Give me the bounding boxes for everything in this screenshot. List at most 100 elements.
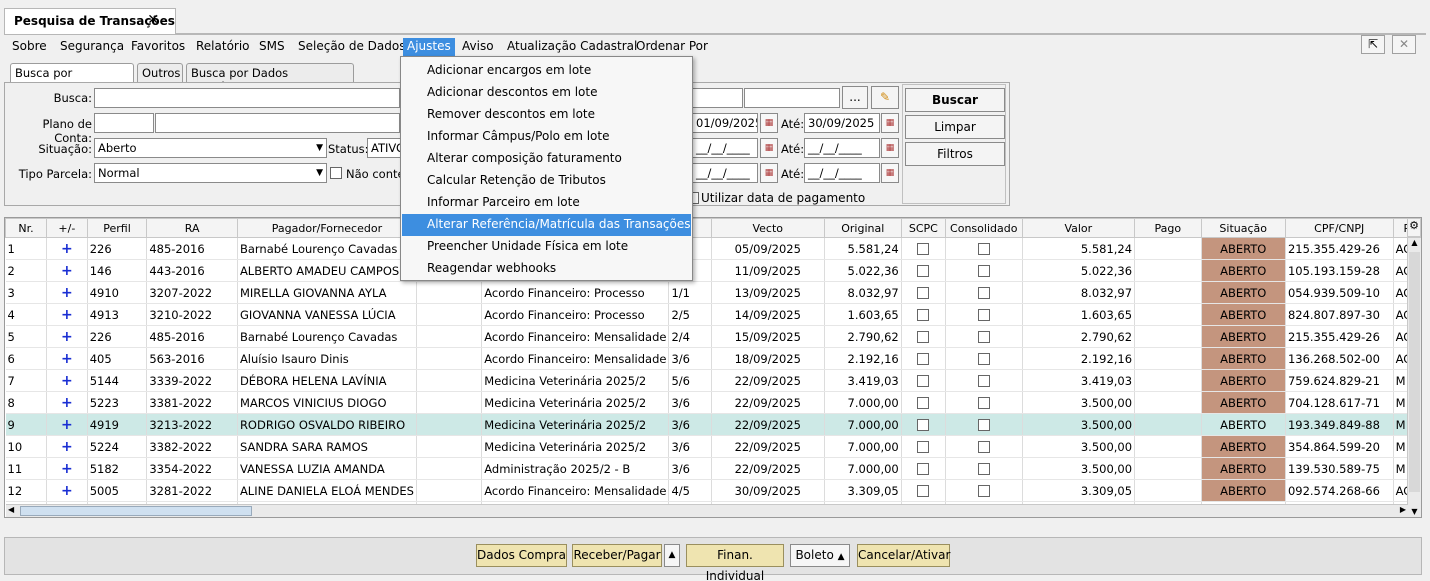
- plus-icon[interactable]: +: [61, 307, 73, 323]
- plus-icon[interactable]: +: [61, 285, 73, 301]
- calendar-icon[interactable]: ▦: [760, 163, 778, 183]
- filtros-button[interactable]: Filtros: [905, 142, 1005, 166]
- expand-plus-icon[interactable]: +: [46, 303, 88, 326]
- checkbox[interactable]: [917, 397, 930, 409]
- menu-aviso[interactable]: Aviso: [458, 38, 498, 57]
- calendar-icon[interactable]: ▦: [881, 163, 899, 183]
- date2-to[interactable]: __/__/____: [804, 138, 880, 158]
- checkbox[interactable]: [977, 463, 990, 475]
- expand-plus-icon[interactable]: +: [46, 237, 88, 260]
- subtab-busca-academicos[interactable]: Busca por Dados Acadêmicos: [186, 63, 354, 94]
- checkbox[interactable]: [917, 441, 930, 453]
- checkbox[interactable]: [917, 485, 930, 497]
- expand-plus-icon[interactable]: +: [46, 259, 88, 282]
- column-header[interactable]: Nr.: [5, 218, 48, 238]
- menu-item-4[interactable]: Alterar composição faturamento: [402, 148, 691, 170]
- plus-icon[interactable]: +: [61, 461, 73, 477]
- menu-item-5[interactable]: Calcular Retenção de Tributos: [402, 170, 691, 192]
- column-header[interactable]: Pagador/Fornecedor: [236, 218, 417, 238]
- busca-input[interactable]: [94, 88, 400, 108]
- scroll-thumb[interactable]: [1409, 252, 1420, 492]
- table-row[interactable]: 2 +146 443-2016 ALBERTO AMADEU CAMPOS 11/09/…: [5, 259, 1421, 282]
- cancelar-ativar-button[interactable]: Cancelar/Ativar: [857, 544, 950, 567]
- column-header[interactable]: Perfil: [86, 218, 148, 238]
- subtab-busca-transacoes[interactable]: Busca por Transações: [10, 63, 134, 94]
- calendar-icon[interactable]: ▦: [760, 138, 778, 158]
- date3-to[interactable]: __/__/____: [804, 163, 880, 183]
- menu-relat-rio[interactable]: Relatório: [192, 38, 254, 57]
- edit-pencil-icon[interactable]: ✎: [871, 86, 899, 109]
- menu-item-2[interactable]: Remover descontos em lote: [402, 104, 691, 126]
- plano-code-input[interactable]: [94, 113, 154, 133]
- table-row[interactable]: 3 +4910 3207-2022 MIRELLA GIOVANNA AYLA Acor…: [5, 281, 1421, 304]
- horizontal-scrollbar[interactable]: ◀ ▶: [6, 504, 1408, 517]
- date3-from[interactable]: __/__/____: [692, 163, 758, 183]
- nao-checkbox[interactable]: [330, 167, 342, 179]
- menu-item-3[interactable]: Informar Câmpus/Polo em lote: [402, 126, 691, 148]
- boleto-button[interactable]: Boleto ▲: [790, 544, 850, 567]
- plano-input[interactable]: [155, 113, 400, 133]
- checkbox[interactable]: [977, 309, 990, 321]
- expand-plus-icon[interactable]: +: [46, 457, 88, 480]
- menu-sms[interactable]: SMS: [255, 38, 289, 57]
- menu-item-8[interactable]: Preencher Unidade Física em lote: [402, 236, 691, 258]
- column-header[interactable]: Pago: [1134, 218, 1202, 238]
- tab-pesquisa-transacoes[interactable]: Pesquisa de Transações ✕: [4, 8, 176, 34]
- column-header[interactable]: CPF/CNPJ: [1284, 218, 1394, 238]
- column-header[interactable]: SCPC: [900, 218, 946, 238]
- menu-sobre[interactable]: Sobre: [8, 38, 51, 57]
- column-header[interactable]: Situação: [1200, 218, 1286, 238]
- checkbox[interactable]: [917, 309, 930, 321]
- expand-plus-icon[interactable]: +: [46, 347, 88, 370]
- expand-plus-icon[interactable]: +: [46, 391, 88, 414]
- calendar-icon[interactable]: ▦: [881, 113, 899, 133]
- expand-plus-icon[interactable]: +: [46, 281, 88, 304]
- date1-to[interactable]: 30/09/2025: [804, 113, 880, 133]
- checkbox[interactable]: [917, 265, 930, 277]
- table-row[interactable]: 6 +405 563-2016 Aluísio Isauro Dinis Acordo …: [5, 347, 1421, 370]
- column-header[interactable]: RA: [146, 218, 238, 238]
- receber-arrow-icon[interactable]: ▲: [664, 544, 680, 567]
- checkbox[interactable]: [977, 397, 990, 409]
- menu-item-0[interactable]: Adicionar encargos em lote: [402, 60, 691, 82]
- checkbox[interactable]: [917, 463, 930, 475]
- status-select[interactable]: ATIVO: [367, 138, 401, 158]
- table-row[interactable]: 12 +5005 3281-2022 ALINE DANIELA ELOÁ MENDE…: [5, 479, 1421, 502]
- menu-ordenar-por[interactable]: Ordenar Por: [632, 38, 712, 57]
- column-header[interactable]: +/-: [46, 218, 88, 238]
- expand-plus-icon[interactable]: +: [46, 413, 88, 436]
- tipo-select[interactable]: Normal ▼: [94, 163, 327, 183]
- expand-plus-icon[interactable]: +: [46, 479, 88, 502]
- scroll-up-icon[interactable]: ▲: [1408, 238, 1421, 247]
- plus-icon[interactable]: +: [61, 483, 73, 499]
- plus-icon[interactable]: +: [61, 263, 73, 279]
- finan-individual-button[interactable]: Finan. Individual: [686, 544, 784, 581]
- column-header[interactable]: Valor: [1021, 218, 1136, 238]
- checkbox[interactable]: [917, 375, 930, 387]
- menu-ajustes[interactable]: Ajustes: [403, 38, 455, 57]
- gear-icon[interactable]: ⚙: [1407, 218, 1421, 237]
- vertical-scrollbar[interactable]: ▲ ▼: [1407, 238, 1421, 517]
- column-header[interactable]: Consolidado: [944, 218, 1023, 238]
- close-tab-icon[interactable]: ✕: [147, 12, 159, 28]
- checkbox[interactable]: [977, 419, 990, 431]
- plus-icon[interactable]: +: [61, 351, 73, 367]
- checkbox[interactable]: [977, 243, 990, 255]
- checkbox[interactable]: [917, 331, 930, 343]
- expand-plus-icon[interactable]: +: [46, 369, 88, 392]
- close-window-icon[interactable]: ✕: [1392, 35, 1416, 54]
- limpar-button[interactable]: Limpar: [905, 115, 1005, 139]
- column-header[interactable]: Original: [823, 218, 902, 238]
- plus-icon[interactable]: +: [61, 329, 73, 345]
- checkbox[interactable]: [917, 287, 930, 299]
- table-row[interactable]: 5 +226 485-2016 Barnabé Lourenço Cavadas Aco…: [5, 325, 1421, 348]
- date2-from[interactable]: __/__/____: [692, 138, 758, 158]
- checkbox[interactable]: [917, 353, 930, 365]
- menu-sele-o-de-dados[interactable]: Seleção de Dados: [294, 38, 409, 57]
- buscar-button[interactable]: Buscar: [905, 88, 1005, 112]
- table-row[interactable]: 1 +226 485-2016 Barnabé Lourenço Cavadas 05/…: [5, 237, 1421, 260]
- subtab-outros[interactable]: Outros: [137, 63, 183, 82]
- date1-from[interactable]: 01/09/2025: [692, 113, 758, 133]
- checkbox[interactable]: [977, 485, 990, 497]
- calendar-icon[interactable]: ▦: [760, 113, 778, 133]
